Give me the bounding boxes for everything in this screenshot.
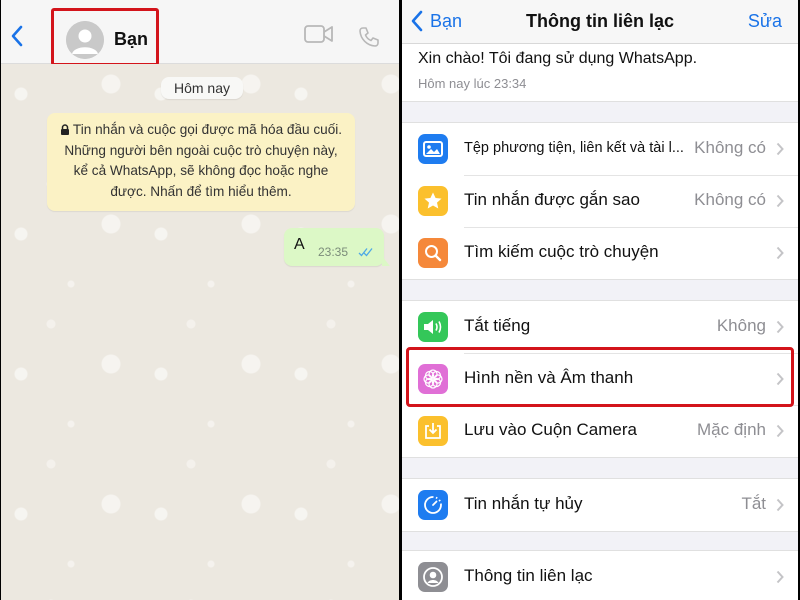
read-ticks-icon [358, 248, 373, 257]
row-value: Tắt [741, 494, 766, 513]
download-icon [418, 416, 448, 446]
contact-name: Bạn [114, 29, 149, 49]
lock-icon [60, 121, 70, 135]
row-label: Tắt tiếng [464, 316, 531, 335]
photo-icon [418, 134, 448, 164]
phone-call-icon[interactable] [358, 26, 380, 48]
settings-group-contact: Thông tin liên lạc [402, 550, 798, 600]
chat-header: Bạn [1, 0, 399, 66]
contact-icon [418, 562, 448, 592]
bubble-tail [382, 256, 390, 266]
back-chevron-icon[interactable] [9, 24, 25, 48]
chat-panel: Bạn Hôm nay Tin nhắn và cuộc gọi được mã… [1, 0, 399, 600]
row-label: Tin nhắn được gắn sao [464, 190, 640, 209]
flower-icon [418, 364, 448, 394]
settings-group-notifications: Tắt tiếng Không Hình nền và Âm thanh Lưu… [402, 300, 798, 458]
message-time: 23:35 [318, 245, 349, 259]
row-label: Hình nền và Âm thanh [464, 368, 634, 387]
contact-header-button[interactable]: Bạn [51, 8, 159, 66]
page-title: Thông tin liên lạc [526, 11, 674, 31]
contact-info-panel: Bạn Thông tin liên lạc Sửa Xin chào! Tôi… [402, 0, 798, 600]
row-save-to-camera-roll[interactable]: Lưu vào Cuộn Camera Mặc định [402, 405, 798, 457]
row-label: Thông tin liên lạc [464, 566, 593, 585]
row-mute[interactable]: Tắt tiếng Không [402, 301, 798, 353]
speaker-icon [418, 312, 448, 342]
chevron-right-icon [776, 498, 784, 512]
settings-group-disappearing: Tin nhắn tự hủy Tắt [402, 478, 798, 532]
star-icon [418, 186, 448, 216]
row-search-chat[interactable]: Tìm kiếm cuộc trò chuyện [402, 227, 798, 279]
chevron-right-icon [776, 570, 784, 584]
about-text: Xin chào! Tôi đang sử dụng WhatsApp. [418, 50, 698, 67]
edit-button[interactable]: Sửa [748, 11, 782, 32]
video-call-icon[interactable] [304, 24, 334, 44]
row-label: Lưu vào Cuộn Camera [464, 420, 637, 439]
row-media-links-docs[interactable]: Tệp phương tiện, liên kết và tài l... Kh… [402, 123, 798, 175]
navigation-bar: Bạn Thông tin liên lạc Sửa [402, 0, 798, 44]
row-value: Không có [694, 138, 766, 157]
avatar-placeholder-icon [66, 21, 104, 59]
about-section: Xin chào! Tôi đang sử dụng WhatsApp. Hôm… [402, 44, 798, 102]
search-icon [418, 238, 448, 268]
chevron-right-icon [776, 142, 784, 156]
row-value: Không có [694, 190, 766, 209]
chevron-right-icon [776, 372, 784, 386]
timer-icon [418, 490, 448, 520]
date-separator: Hôm nay [161, 77, 243, 99]
chevron-right-icon [776, 320, 784, 334]
row-value: Mặc định [697, 420, 766, 439]
row-contact-info[interactable]: Thông tin liên lạc [402, 551, 798, 600]
row-value: Không [716, 316, 766, 335]
row-starred-messages[interactable]: Tin nhắn được gắn sao Không có [402, 175, 798, 227]
chevron-right-icon [776, 424, 784, 438]
settings-group-media: Tệp phương tiện, liên kết và tài l... Kh… [402, 122, 798, 280]
message-text: A [294, 236, 305, 253]
encryption-notice[interactable]: Tin nhắn và cuộc gọi được mã hóa đầu cuố… [47, 113, 355, 211]
row-label: Tệp phương tiện, liên kết và tài l... [464, 140, 684, 156]
about-time: Hôm nay lúc 23:34 [418, 76, 527, 91]
row-disappearing-messages[interactable]: Tin nhắn tự hủy Tắt [402, 479, 798, 531]
avatar [66, 21, 104, 59]
outgoing-message[interactable]: A 23:35 [284, 228, 390, 266]
chevron-right-icon [776, 246, 784, 260]
row-label: Tìm kiếm cuộc trò chuyện [464, 242, 659, 261]
row-wallpaper-sound[interactable]: Hình nền và Âm thanh [402, 353, 798, 405]
encryption-notice-text: Tin nhắn và cuộc gọi được mã hóa đầu cuố… [64, 122, 343, 199]
row-label: Tin nhắn tự hủy [464, 494, 583, 513]
chevron-right-icon [776, 194, 784, 208]
